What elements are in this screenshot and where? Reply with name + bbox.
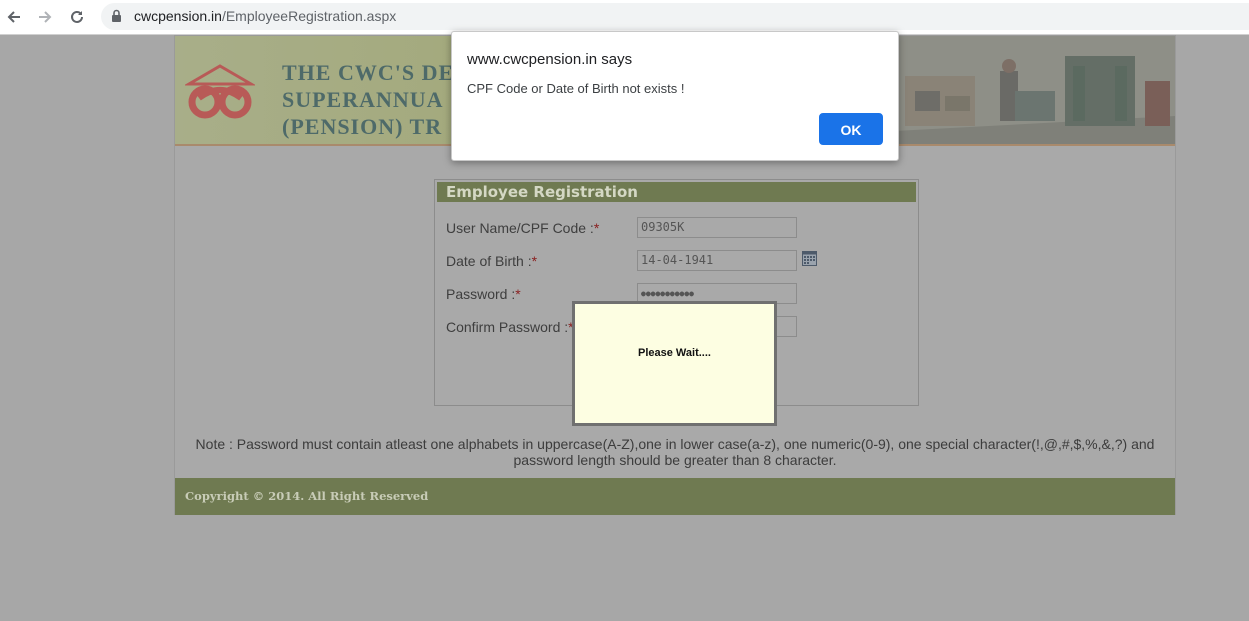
url-text: cwcpension.in/EmployeeRegistration.aspx xyxy=(134,8,396,24)
panel-title: Employee Registration xyxy=(437,182,916,202)
forward-button[interactable] xyxy=(33,5,57,29)
note-line: password length should be greater than 8… xyxy=(513,452,837,468)
forward-arrow-icon xyxy=(39,11,52,23)
required-mark: * xyxy=(515,286,521,302)
address-bar[interactable]: cwcpension.in/EmployeeRegistration.aspx xyxy=(101,3,1249,30)
cwc-logo-icon xyxy=(185,64,255,119)
browser-toolbar: cwcpension.in/EmployeeRegistration.aspx xyxy=(0,0,1249,35)
url-path: /EmployeeRegistration.aspx xyxy=(221,8,397,24)
title-line: THE CWC'S DE xyxy=(282,60,455,85)
cpf-code-label: User Name/CPF Code :* xyxy=(446,220,600,236)
copyright-text: Copyright © 2014. All Right Reserved xyxy=(185,489,429,503)
calendar-icon[interactable] xyxy=(802,250,817,266)
warehouse-photo xyxy=(895,36,1175,146)
footer: Copyright © 2014. All Right Reserved xyxy=(175,478,1175,515)
dob-input[interactable]: 14-04-1941 xyxy=(637,250,797,271)
note-line: Note : Password must contain atleast one… xyxy=(195,436,1155,452)
password-note: Note : Password must contain atleast one… xyxy=(185,436,1165,468)
dob-label: Date of Birth :* xyxy=(446,253,538,269)
password-label: Password :* xyxy=(446,286,521,302)
confirm-password-label: Confirm Password :* xyxy=(446,319,574,335)
required-mark: * xyxy=(531,253,538,269)
ok-button[interactable]: OK xyxy=(819,113,883,145)
alert-dialog: www.cwcpension.in says CPF Code or Date … xyxy=(451,31,899,161)
reload-icon xyxy=(71,10,83,23)
please-wait-popup: Please Wait.... xyxy=(572,301,777,426)
cpf-code-input[interactable]: 09305K xyxy=(637,217,797,238)
title-line: SUPERANNUA xyxy=(282,87,444,112)
back-arrow-icon xyxy=(7,11,20,23)
trust-title: THE CWC'S DE SUPERANNUA (PENSION) TR xyxy=(282,59,454,140)
lock-icon xyxy=(112,9,121,22)
required-mark: * xyxy=(593,220,600,236)
url-host: cwcpension.in xyxy=(134,8,222,24)
title-line: (PENSION) TR xyxy=(282,114,443,139)
reload-button[interactable] xyxy=(65,5,89,29)
please-wait-text: Please Wait.... xyxy=(638,347,711,359)
back-button[interactable] xyxy=(2,5,26,29)
dialog-message: CPF Code or Date of Birth not exists ! xyxy=(467,81,685,96)
dialog-title: www.cwcpension.in says xyxy=(467,51,633,68)
